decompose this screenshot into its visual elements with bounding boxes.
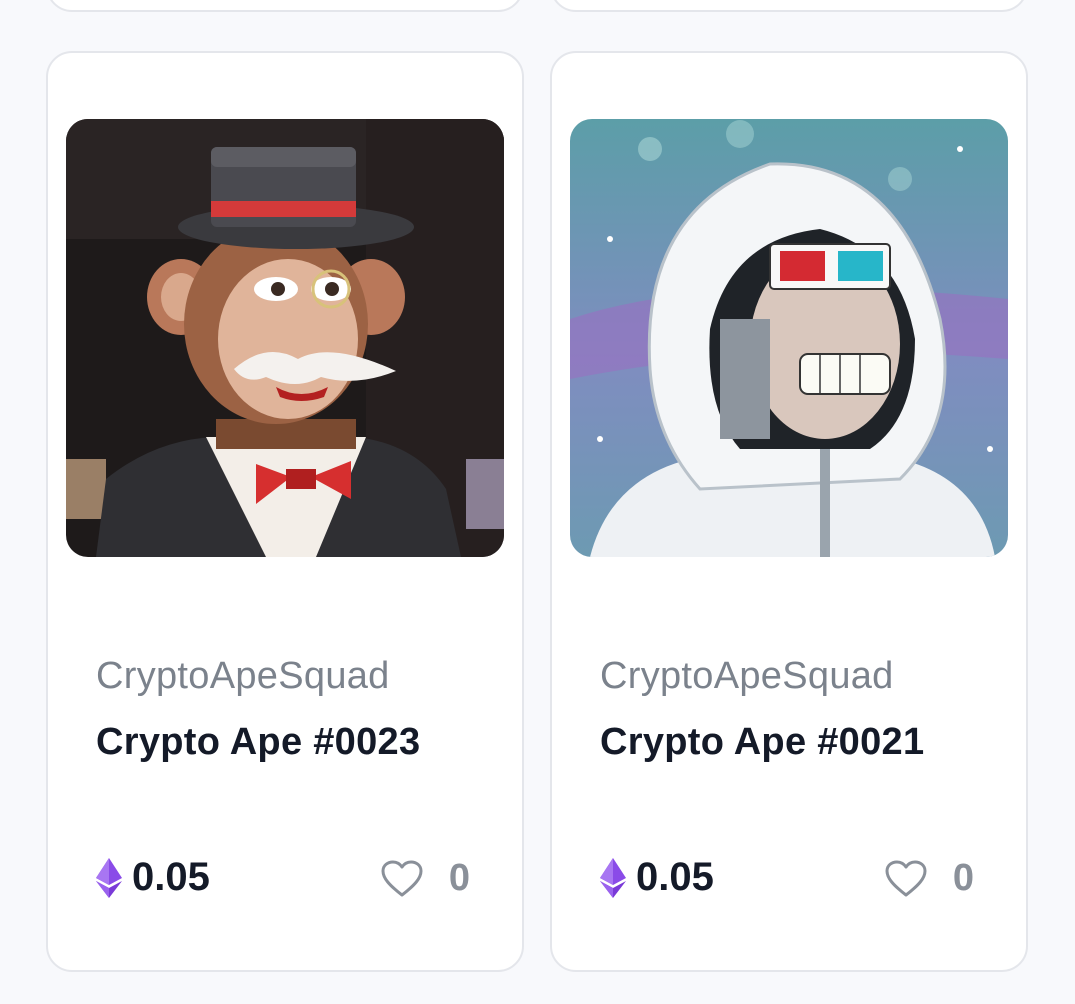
collection-name: CryptoApeSquad: [96, 655, 390, 697]
nft-card[interactable]: CryptoApeSquad Crypto Ape #0021 0.05 0: [550, 51, 1028, 972]
heart-icon[interactable]: [381, 860, 423, 898]
like-count: 0: [952, 857, 974, 899]
price: 0.05: [600, 855, 714, 900]
price-value: 0.05: [132, 855, 210, 899]
ape-top-hat-image: [66, 119, 504, 557]
ape-hoodie-image: [570, 119, 1008, 557]
nft-grid: CryptoApeSquad Crypto Ape #0023 0.05 0 C…: [0, 0, 1075, 1004]
nft-card-partial[interactable]: [550, 0, 1028, 12]
nft-title[interactable]: Crypto Ape #0021: [600, 721, 924, 764]
nft-card-partial[interactable]: [46, 0, 524, 12]
nft-image[interactable]: [66, 119, 504, 557]
likes: 0: [381, 857, 470, 900]
nft-card[interactable]: CryptoApeSquad Crypto Ape #0023 0.05 0: [46, 51, 524, 972]
ethereum-icon: [600, 857, 626, 898]
collection-name: CryptoApeSquad: [600, 655, 894, 697]
price-value: 0.05: [636, 855, 714, 899]
nft-image[interactable]: [570, 119, 1008, 557]
like-count: 0: [448, 857, 470, 899]
nft-title[interactable]: Crypto Ape #0023: [96, 721, 420, 764]
heart-icon[interactable]: [885, 860, 927, 898]
ethereum-icon: [96, 857, 122, 898]
price: 0.05: [96, 855, 210, 900]
likes: 0: [885, 857, 974, 900]
